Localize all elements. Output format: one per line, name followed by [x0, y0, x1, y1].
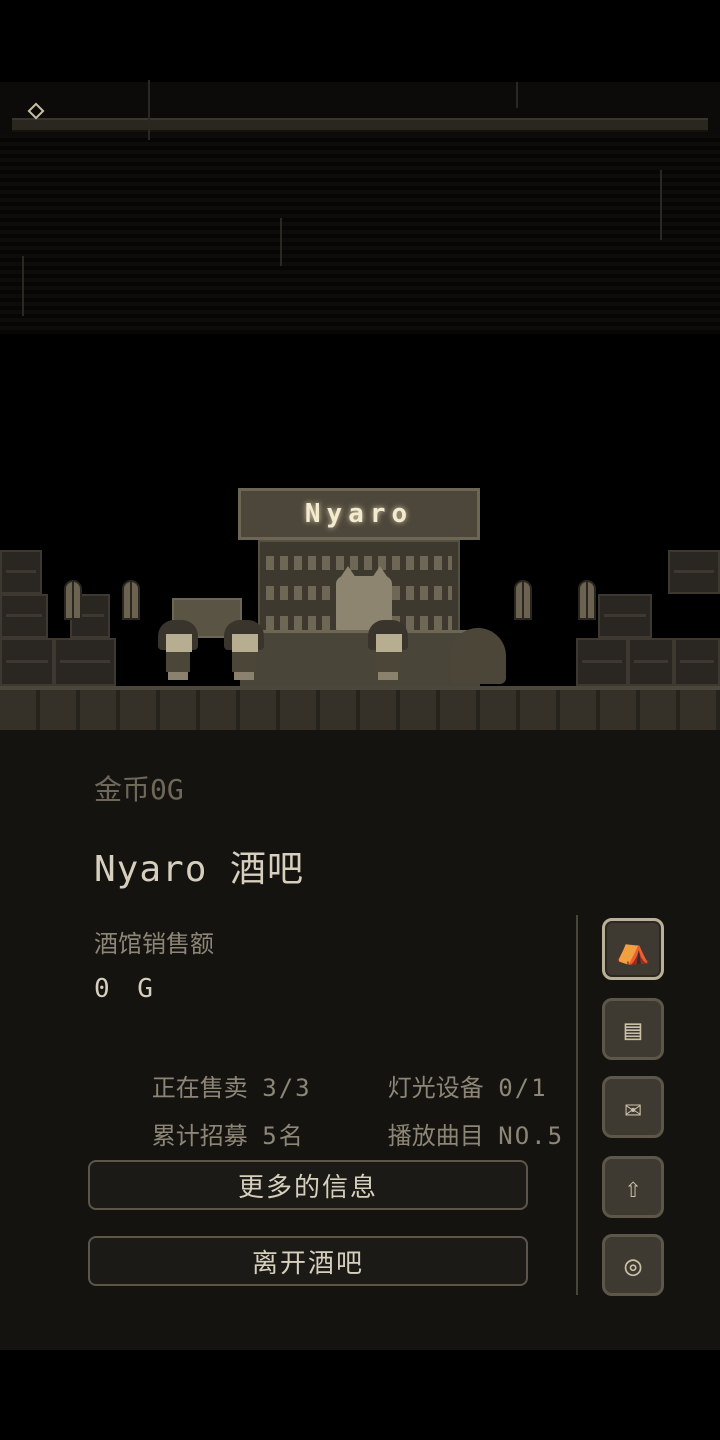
track-label: 播放曲目: [387, 1122, 484, 1150]
menu-list-icon: ▤: [624, 1012, 642, 1046]
gramophone: [450, 628, 506, 684]
tent-icon: ⛺: [615, 932, 651, 966]
record-disc-icon: ◎: [624, 1248, 642, 1282]
rain-streak: [516, 82, 518, 108]
crate: [674, 638, 720, 686]
menu-list-button[interactable]: ▤: [602, 998, 664, 1060]
scroll-icon: ✉: [624, 1090, 642, 1124]
sales-label: 酒馆销售额: [94, 930, 214, 958]
bar-name-title: Nyaro 酒吧: [94, 849, 305, 890]
track-value: NO.5: [498, 1122, 565, 1150]
arched-window: [514, 580, 532, 620]
crate: [0, 638, 54, 686]
tent-button[interactable]: ⛺: [602, 918, 664, 980]
crate: [0, 594, 48, 638]
scanline-background: [0, 134, 720, 334]
arched-window: [578, 580, 596, 620]
crate: [598, 594, 652, 638]
arched-window: [64, 580, 82, 620]
customer-character: [158, 620, 198, 680]
bar-sign-text: Nyaro: [304, 499, 414, 529]
crate: [668, 550, 720, 594]
rain-streak: [148, 80, 150, 140]
rain-streak: [280, 218, 282, 266]
rain-streak: [22, 256, 24, 316]
sales-value: 0 G: [94, 974, 159, 1004]
scroll-button[interactable]: ✉: [602, 1076, 664, 1138]
more-info-button[interactable]: 更多的信息: [88, 1160, 528, 1210]
bar-sign: Nyaro: [238, 488, 480, 540]
crate: [54, 638, 116, 686]
rain-streak: [660, 170, 662, 240]
customer-character: [224, 620, 264, 680]
brick-floor: [0, 686, 720, 734]
gold-counter: 金币0G: [94, 773, 184, 806]
crate: [576, 638, 628, 686]
recruit-value: 5名: [262, 1122, 305, 1150]
upgrade-arrow-icon: ⇧: [624, 1170, 642, 1204]
bar-scene: Nyaro: [0, 480, 720, 734]
crate: [628, 638, 674, 686]
crate: [0, 550, 42, 594]
progress-track: [12, 118, 708, 132]
arched-window: [122, 580, 140, 620]
customer-character: [368, 620, 408, 680]
bar-counter: [240, 630, 480, 691]
upgrade-button[interactable]: ⇧: [602, 1156, 664, 1218]
game-screen: Nyaro 金币0G Nyaro 酒吧 酒馆销售额 0 G 正在售卖 3/3 灯…: [0, 0, 720, 1440]
recruit-label: 累计招募: [151, 1122, 248, 1150]
record-button[interactable]: ◎: [602, 1234, 664, 1296]
shelf-row: [266, 556, 452, 570]
leave-bar-button[interactable]: 离开酒吧: [88, 1236, 528, 1286]
side-divider: [576, 915, 578, 1295]
